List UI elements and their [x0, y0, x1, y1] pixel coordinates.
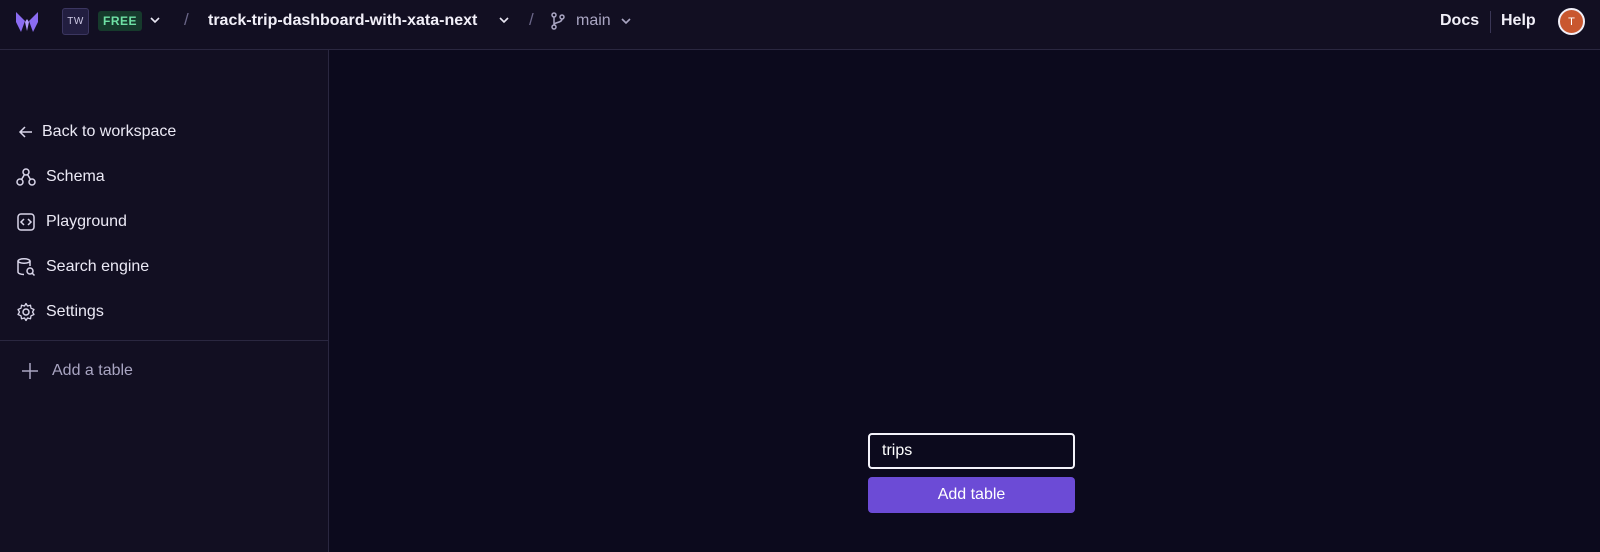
- chevron-down-icon[interactable]: [149, 14, 161, 26]
- sidebar-item-label: Playground: [46, 213, 127, 230]
- nav-divider: [1490, 11, 1491, 33]
- breadcrumb-separator: /: [529, 10, 534, 29]
- sidebar-item-label: Settings: [46, 303, 104, 320]
- xata-logo-icon[interactable]: [14, 9, 40, 35]
- sidebar-item-search-engine[interactable]: Search engine: [16, 252, 149, 282]
- back-to-workspace-link[interactable]: Back to workspace: [16, 117, 176, 147]
- branch-selector[interactable]: main: [576, 12, 611, 30]
- chevron-down-icon[interactable]: [498, 14, 510, 26]
- database-search-icon: [16, 257, 36, 277]
- back-label: Back to workspace: [42, 123, 177, 140]
- add-a-table-link[interactable]: Add a table: [20, 356, 133, 386]
- git-branch-icon: [551, 12, 565, 30]
- help-link[interactable]: Help: [1501, 12, 1536, 30]
- workspace-avatar[interactable]: TW: [62, 8, 89, 35]
- schema-icon: [16, 167, 36, 187]
- add-table-button[interactable]: Add table: [868, 477, 1075, 513]
- sidebar-item-schema[interactable]: Schema: [16, 162, 105, 192]
- arrow-left-icon: [16, 122, 36, 142]
- table-name-input[interactable]: [868, 433, 1075, 469]
- sidebar-item-label: Schema: [46, 168, 105, 185]
- sidebar-item-playground[interactable]: Playground: [16, 207, 127, 237]
- database-selector[interactable]: track-trip-dashboard-with-xata-next: [208, 12, 477, 30]
- sidebar-divider: [0, 340, 329, 341]
- gear-icon: [16, 302, 36, 322]
- breadcrumb-separator: /: [184, 10, 189, 29]
- chevron-down-icon[interactable]: [620, 15, 632, 27]
- sidebar: Back to workspace Schema Playground Sear…: [0, 50, 329, 552]
- add-a-table-label: Add a table: [52, 362, 133, 379]
- plan-badge: FREE: [98, 11, 143, 31]
- user-avatar[interactable]: T: [1558, 8, 1585, 35]
- docs-link[interactable]: Docs: [1440, 12, 1479, 30]
- sidebar-item-label: Search engine: [46, 258, 150, 275]
- code-icon: [16, 212, 36, 232]
- sidebar-item-settings[interactable]: Settings: [16, 297, 104, 327]
- top-bar: TW FREE / track-trip-dashboard-with-xata…: [0, 0, 1600, 50]
- plus-icon: [20, 361, 40, 381]
